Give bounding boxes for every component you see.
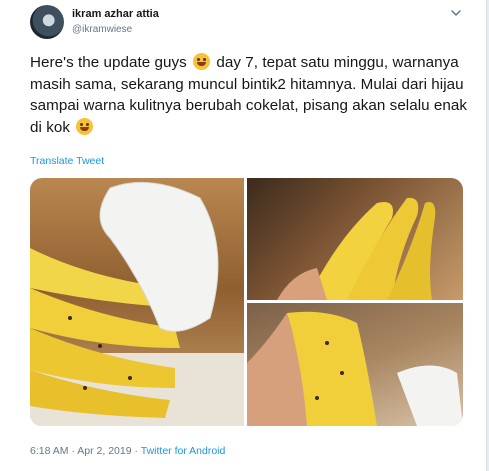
tweet-text-part1: Here's the update guys	[30, 54, 187, 71]
chevron-down-icon[interactable]	[449, 6, 463, 20]
user-name[interactable]: ikram azhar attia	[72, 8, 159, 20]
meta-separator: ·	[131, 445, 141, 457]
translate-tweet-link[interactable]: Translate Tweet	[30, 155, 104, 167]
tweet-text: Here's the update guys day 7, tepat satu…	[30, 52, 470, 138]
face-savoring-food-emoji-icon	[76, 117, 94, 135]
photo-bananas-bag[interactable]	[30, 178, 244, 426]
photo-banana-closeup-top[interactable]	[247, 178, 463, 300]
grinning-face-emoji-icon	[193, 53, 211, 70]
tweet-media-grid	[30, 178, 463, 426]
photo-banana-closeup-bottom[interactable]	[247, 303, 463, 426]
avatar[interactable]	[30, 5, 64, 39]
tweet-meta: 6:18 AM · Apr 2, 2019 · Twitter for Andr…	[30, 445, 225, 457]
tweet-card: ikram azhar attia @ikramwiese Here's the…	[0, 0, 487, 471]
timestamp[interactable]: 6:18 AM · Apr 2, 2019	[30, 445, 132, 457]
source-link[interactable]: Twitter for Android	[141, 445, 226, 457]
user-handle[interactable]: @ikramwiese	[72, 24, 132, 35]
